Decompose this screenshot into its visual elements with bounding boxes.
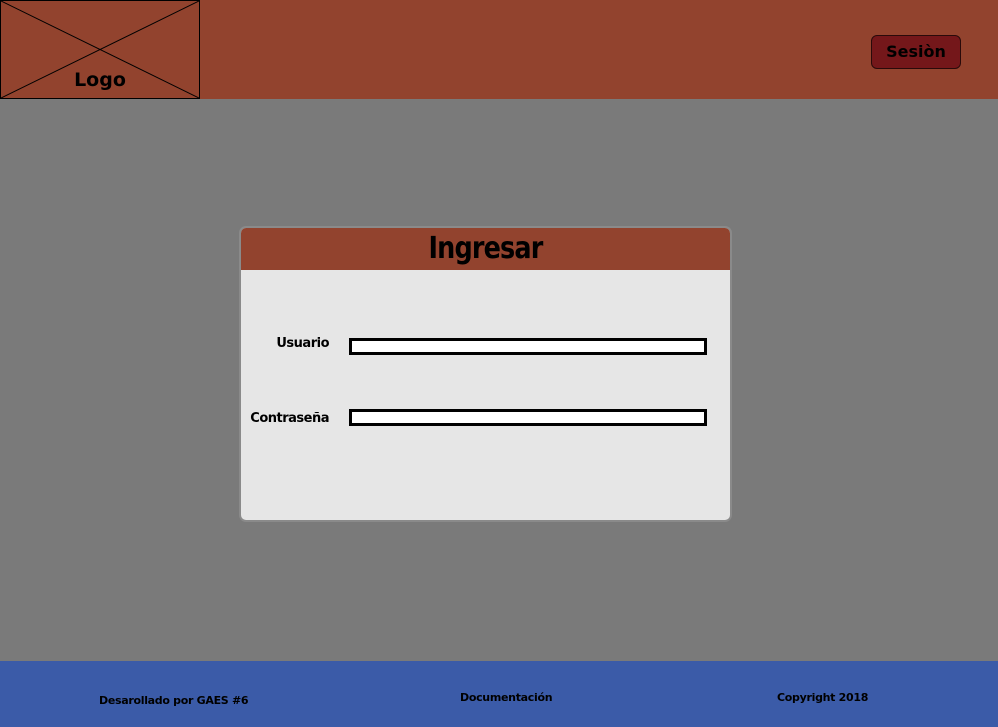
- top-header: Logo Sesiòn: [0, 0, 998, 99]
- session-button[interactable]: Sesiòn: [871, 35, 961, 69]
- logo-label: Logo: [74, 69, 126, 91]
- logo-placeholder: Logo: [0, 0, 200, 99]
- documentation-link[interactable]: Documentación: [460, 691, 553, 704]
- login-title: Ingresar: [428, 231, 544, 266]
- footer-credit: Desarollado por GAES #6: [99, 694, 249, 707]
- username-label: Usuario: [276, 336, 329, 351]
- login-card-header: Ingresar: [241, 228, 730, 270]
- login-card: Ingresar Usuario Contraseña: [239, 226, 732, 522]
- footer-copyright: Copyright 2018: [777, 691, 869, 704]
- page-footer: Desarollado por GAES #6 Documentación Co…: [0, 661, 998, 727]
- username-input[interactable]: [349, 338, 707, 355]
- password-label: Contraseña: [250, 411, 329, 426]
- password-input[interactable]: [349, 409, 707, 426]
